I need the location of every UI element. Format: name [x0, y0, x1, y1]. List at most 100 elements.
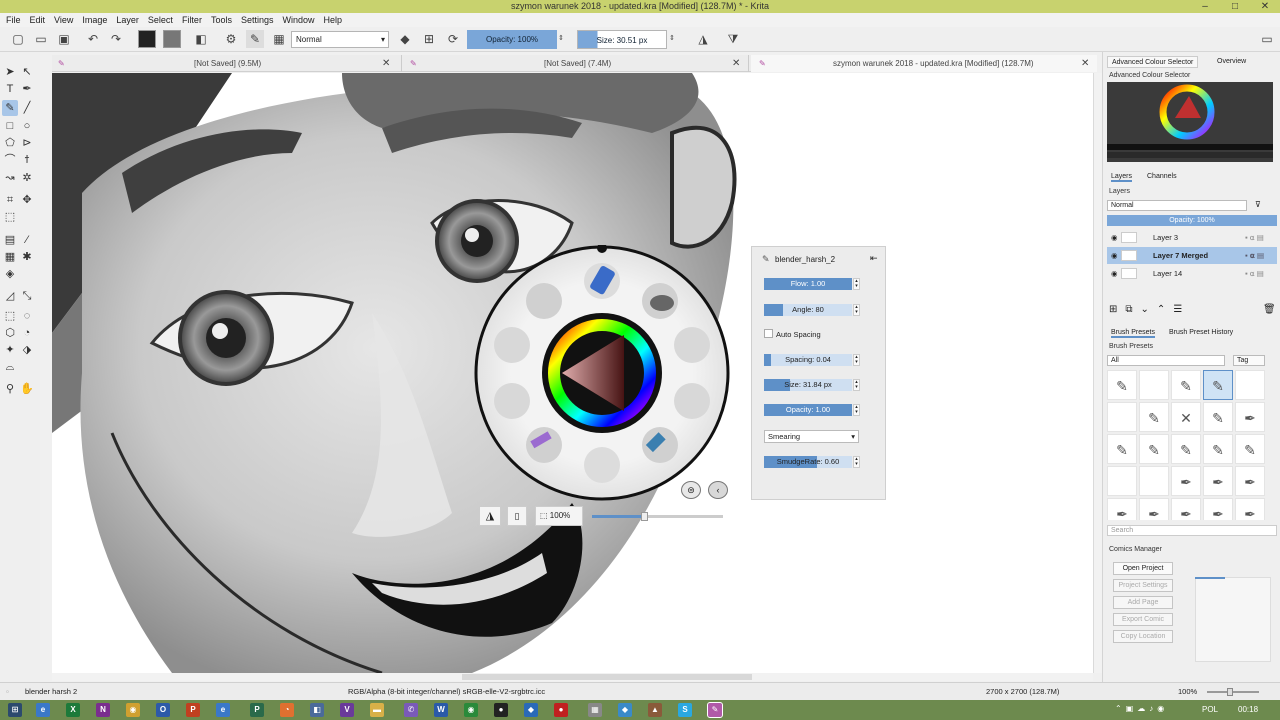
spacing-spin-icon[interactable]: ▴ ▾ [853, 354, 860, 366]
tab-layers[interactable]: Layers [1111, 173, 1133, 182]
tab-overview[interactable]: Overview [1213, 56, 1250, 68]
opacity-slider-popup[interactable]: Opacity: 1.00 [764, 404, 852, 416]
edge-icon[interactable]: e [216, 703, 230, 717]
brush-preset-icon[interactable]: ✎ [246, 30, 264, 48]
system-tray-icons[interactable]: ⌃▣☁♪◉ [1115, 704, 1168, 713]
layer-row[interactable]: ◉ Layer 3 ▪ ⍺ ▤ [1107, 229, 1277, 246]
layer-row[interactable]: ◉ Layer 14 ▪ ⍺ ▤ [1107, 265, 1277, 282]
angle-spin-icon[interactable]: ▴ ▾ [853, 304, 860, 316]
brush-preset-tile[interactable]: ✒ [1203, 498, 1233, 520]
size-slider[interactable]: Size: 30.51 px [577, 30, 667, 49]
app-gray-icon[interactable]: ▦ [588, 703, 602, 717]
folder-icon[interactable]: ▬ [370, 703, 384, 717]
flow-spin-icon[interactable]: ▴ ▾ [853, 278, 860, 290]
menu-help[interactable]: Help [324, 15, 343, 25]
mirror-vertical-icon[interactable]: ⧩ [724, 30, 742, 48]
canvas[interactable]: ⊜ ‹ ◮ ▯ ⬚ 100% [52, 73, 1093, 673]
brush-preset-tile[interactable]: ✎ [1203, 402, 1233, 432]
angle-slider[interactable]: Angle: 80 [764, 304, 852, 316]
smudge-spin-icon[interactable]: ▴ ▾ [853, 456, 860, 468]
select-shapes-icon[interactable]: ➤ [2, 64, 18, 80]
foreground-background-color-icon[interactable]: ◧ [192, 30, 210, 48]
minimize-icon[interactable]: – [1190, 0, 1220, 13]
colour-selector-panel[interactable] [1107, 82, 1273, 162]
smudge-rate-slider[interactable]: SmudgeRate: 0.60 [764, 456, 852, 468]
brush-preset-tile[interactable] [1107, 466, 1137, 496]
rectangular-selection-icon[interactable]: ⬚ [2, 308, 18, 324]
tab-channels[interactable]: Channels [1147, 173, 1177, 180]
brush-preset-tile[interactable]: ✒ [1235, 466, 1265, 496]
chrome-icon[interactable]: ◉ [126, 703, 140, 717]
lock-icon[interactable]: ▪ ⍺ ▤ [1245, 229, 1264, 246]
menu-select[interactable]: Select [148, 15, 173, 25]
text-tool-icon[interactable]: T [2, 81, 18, 97]
polygon-selection-icon[interactable]: ⬡ [2, 325, 18, 341]
onenote-icon[interactable]: N [96, 703, 110, 717]
mirror-canvas-icon[interactable]: ◮ [479, 506, 501, 526]
gradient-tool-icon[interactable]: ▤ [2, 232, 18, 248]
tag-button[interactable]: Tag [1233, 355, 1265, 366]
brush-search-input[interactable]: Search [1107, 525, 1277, 536]
menu-tools[interactable]: Tools [211, 15, 232, 25]
menu-view[interactable]: View [54, 15, 73, 25]
blend-mode-select[interactable]: Normal ▾ [291, 31, 389, 48]
brush-preset-tile[interactable]: ✕ [1171, 402, 1201, 432]
vertical-scrollbar[interactable] [1093, 73, 1102, 673]
scroll-thumb[interactable] [462, 674, 752, 680]
tag-selector-icon[interactable]: ⊜ [681, 481, 701, 499]
filter-icon[interactable]: ⊽ [1255, 200, 1261, 209]
brush-tag-filter[interactable]: All [1107, 355, 1225, 366]
comic-zoom-slider[interactable] [1195, 577, 1225, 579]
close-icon[interactable]: ✕ [1081, 55, 1089, 72]
opacity-slider[interactable]: Opacity: 100% [467, 30, 557, 49]
close-window-icon[interactable]: ✕ [1250, 0, 1280, 13]
app-dark-icon[interactable]: ● [494, 703, 508, 717]
powerpoint-icon[interactable]: P [186, 703, 200, 717]
fill-tool-icon[interactable]: ◈ [2, 266, 18, 282]
colorize-mask-icon[interactable]: ▦ [2, 249, 18, 265]
menu-edit[interactable]: Edit [30, 15, 46, 25]
open-document-icon[interactable]: ▭ [32, 30, 50, 48]
freehand-brush-icon[interactable]: ✎ [2, 100, 18, 116]
line-tool-icon[interactable]: ╱ [19, 100, 35, 116]
color-picker-icon[interactable]: ⁄ [19, 232, 35, 248]
brush-preset-tile[interactable]: ✒ [1107, 498, 1137, 520]
app-icon[interactable]: ◧ [310, 703, 324, 717]
dynamic-brush-icon[interactable]: ↝ [2, 170, 18, 186]
menu-layer[interactable]: Layer [116, 15, 139, 25]
copy-location-button[interactable]: Copy Location [1113, 630, 1173, 643]
brush-preset-tile[interactable]: ✎ [1203, 370, 1233, 400]
elliptical-selection-icon[interactable]: ◌ [19, 308, 35, 324]
similar-selection-icon[interactable]: ⬗ [19, 342, 35, 358]
viber-icon[interactable]: ✆ [404, 703, 418, 717]
lock-icon[interactable]: ▪ ⍺ ▤ [1245, 247, 1264, 264]
tab-document-2[interactable]: ✎ [Not Saved] (7.4M) ✕ [404, 55, 749, 72]
menu-window[interactable]: Window [282, 15, 314, 25]
brush-preset-tile[interactable]: ✎ [1235, 434, 1265, 464]
smudge-mode-select[interactable]: Smearing ▾ [764, 430, 859, 443]
brush-preset-tile[interactable] [1139, 466, 1169, 496]
brush-preset-tile[interactable]: ✒ [1203, 466, 1233, 496]
mirror-horizontal-icon[interactable]: ◮ [694, 30, 712, 48]
calligraphy-icon[interactable]: ✒ [19, 81, 35, 97]
smart-patch-icon[interactable]: ✱ [19, 249, 35, 265]
eraser-mode-icon[interactable]: ◆ [396, 30, 414, 48]
tab-document-1[interactable]: ✎ [Not Saved] (9.5M) ✕ [52, 55, 402, 72]
size-spin-icon[interactable]: ▴ ▾ [853, 379, 860, 391]
app-cloud-icon[interactable]: ◆ [618, 703, 632, 717]
move-down-icon[interactable]: ⌄ [1141, 304, 1157, 315]
browser-icon[interactable]: e [36, 703, 50, 717]
size-spin-icon[interactable]: ⇕ [668, 30, 676, 48]
eye-icon[interactable]: ◉ [1111, 247, 1118, 264]
maximize-icon[interactable]: □ [1220, 0, 1250, 13]
visual-studio-icon[interactable]: V [340, 703, 354, 717]
clear-icon[interactable]: ▯ [507, 506, 527, 526]
flow-slider[interactable]: Flow: 1.00 [764, 278, 852, 290]
brush-preset-tile[interactable]: ✎ [1139, 434, 1169, 464]
export-comic-button[interactable]: Export Comic [1113, 613, 1173, 626]
layer-blend-select[interactable]: Normal [1107, 200, 1247, 211]
preserve-alpha-icon[interactable]: ⊞ [420, 30, 438, 48]
popup-zoom-handle[interactable] [641, 512, 649, 521]
opacity-spin-icon[interactable]: ▴ ▾ [853, 404, 860, 416]
brush-preset-tile[interactable]: ✒ [1171, 498, 1201, 520]
